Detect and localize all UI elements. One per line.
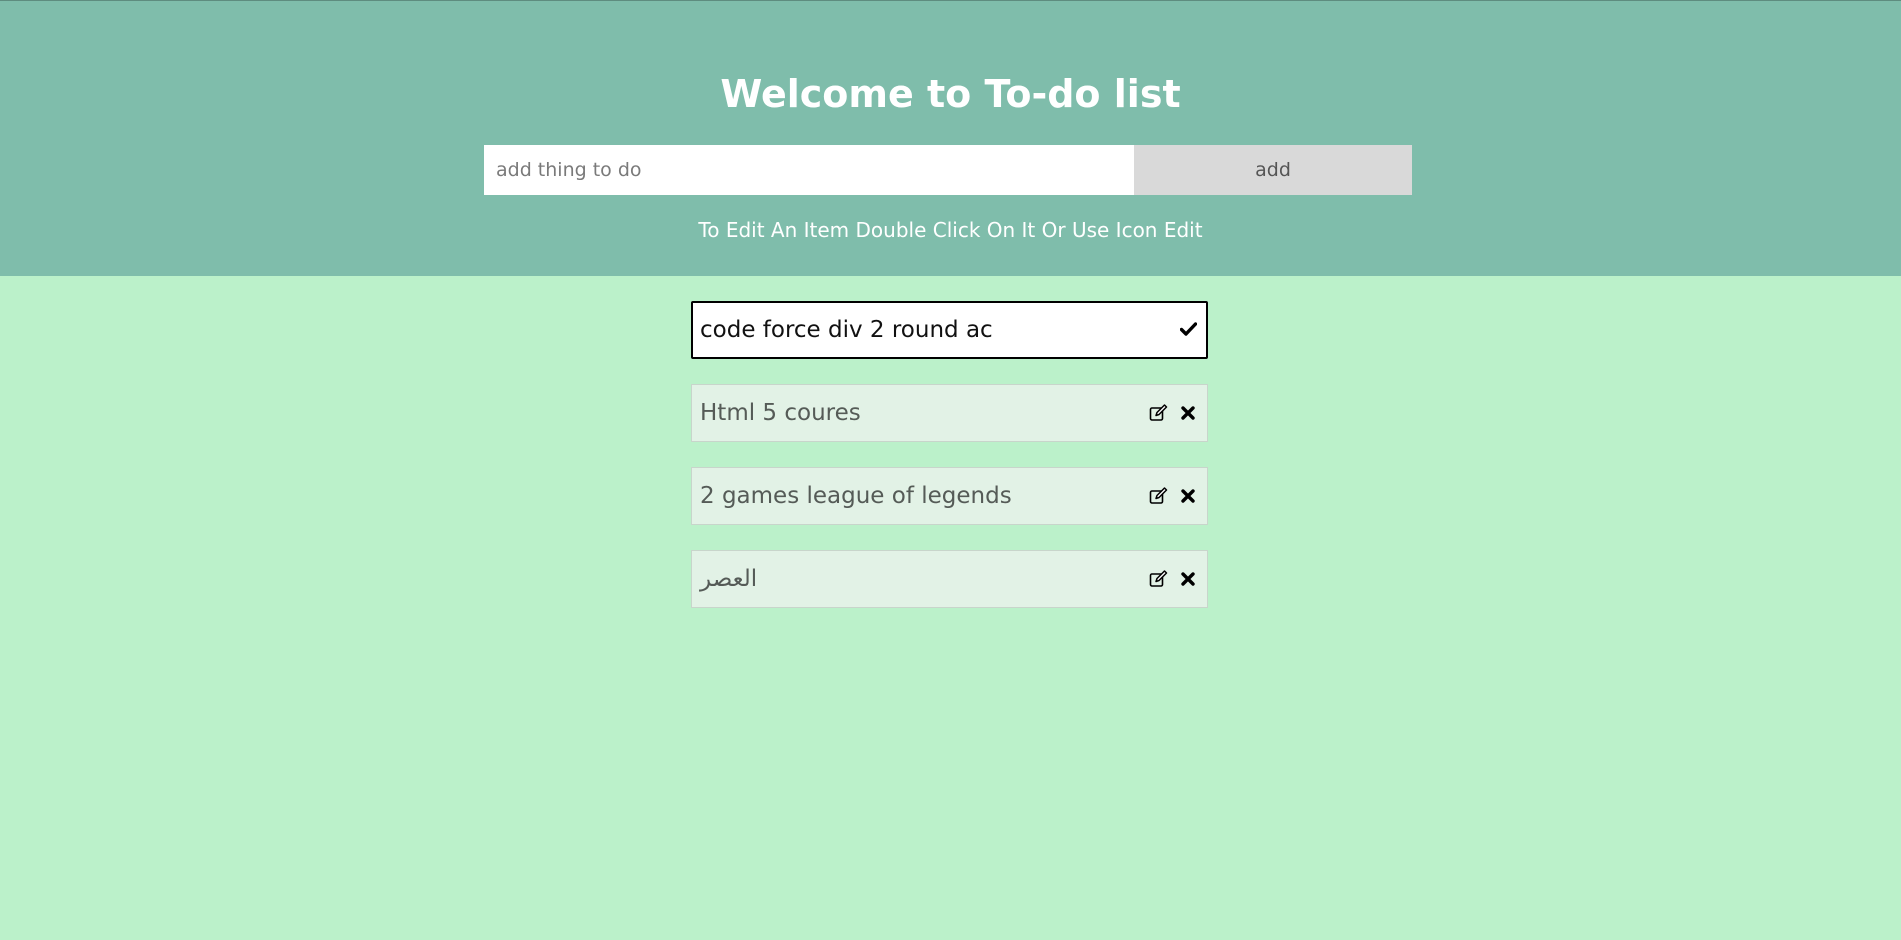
- todo-item-editing: [691, 301, 1208, 359]
- add-button[interactable]: add: [1134, 145, 1412, 195]
- header: Welcome to To-do list add To Edit An Ite…: [0, 0, 1901, 276]
- todo-item[interactable]: العصر: [691, 550, 1208, 608]
- todo-list: Html 5 coures 2 games league of legends: [691, 301, 1208, 633]
- edit-icon[interactable]: [1147, 568, 1169, 590]
- edit-icon[interactable]: [1147, 485, 1169, 507]
- todo-item-text: العصر: [700, 566, 758, 592]
- edit-icon[interactable]: [1147, 402, 1169, 424]
- add-todo-form: add: [484, 145, 1412, 195]
- close-icon[interactable]: [1177, 402, 1199, 424]
- add-todo-input[interactable]: [484, 145, 1134, 195]
- todo-item-text: Html 5 coures: [700, 400, 861, 426]
- close-icon[interactable]: [1177, 568, 1199, 590]
- todo-item[interactable]: Html 5 coures: [691, 384, 1208, 442]
- edit-hint: To Edit An Item Double Click On It Or Us…: [698, 218, 1203, 242]
- page-title: Welcome to To-do list: [720, 72, 1181, 116]
- todo-item[interactable]: 2 games league of legends: [691, 467, 1208, 525]
- check-icon[interactable]: [1177, 318, 1199, 340]
- todo-item-text: 2 games league of legends: [700, 483, 1012, 509]
- close-icon[interactable]: [1177, 485, 1199, 507]
- edit-todo-input[interactable]: [693, 303, 1163, 357]
